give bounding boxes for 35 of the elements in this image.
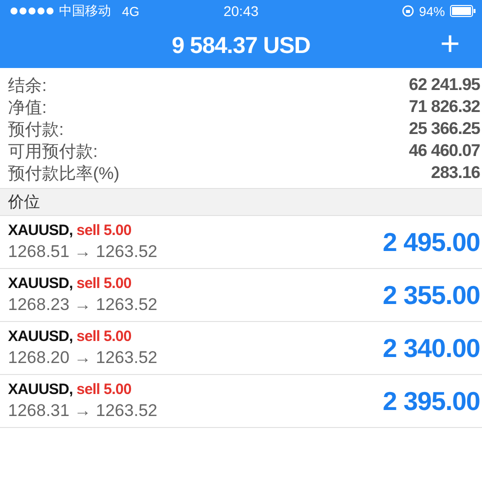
position-row[interactable]: XAUUSD, sell 5.00 1268.23 → 1263.52 2 355.00 [0,269,482,322]
position-row[interactable]: XAUUSD, sell 5.00 1268.31 → 1263.52 2 395.00 [0,375,482,428]
balance-title: 9 584.37 USD [172,32,310,58]
position-prices: 1268.20 → 1263.52 [8,348,158,368]
position-title: XAUUSD, sell 5.00 [8,381,132,398]
position-profit: 2 355.00 [382,280,480,310]
status-time: 20:43 [223,3,259,19]
battery-percent: 94% [418,4,445,18]
summary-label: 可用预付款: [8,140,98,162]
summary-label: 预付款比率(%) [8,162,120,184]
position-profit: 2 395.00 [382,386,480,416]
network-type: 4G [122,4,140,18]
rotation-lock-icon [402,5,414,17]
summary-value: 71 826.32 [408,97,480,117]
position-row[interactable]: XAUUSD, sell 5.00 1268.20 → 1263.52 2 340.00 [0,322,482,375]
position-prices: 1268.31 → 1263.52 [8,401,158,421]
summary-label: 净值: [8,96,47,118]
position-prices: 1268.51 → 1263.52 [8,242,158,262]
section-title: 价位 [8,192,40,212]
summary-label: 预付款: [8,118,64,140]
summary-value: 46 460.07 [408,141,480,161]
position-title: XAUUSD, sell 5.00 [8,328,132,345]
position-row[interactable]: XAUUSD, sell 5.00 1268.51 → 1263.52 2 495.00 [0,216,482,269]
position-title: XAUUSD, sell 5.00 [8,222,132,239]
carrier-name: 中国移动 [59,2,111,20]
summary-value: 283.16 [431,163,480,183]
signal-icon [10,7,54,15]
summary-value: 62 241.95 [408,75,480,95]
position-prices: 1268.23 → 1263.52 [8,295,158,315]
battery-icon [450,5,476,17]
position-profit: 2 495.00 [382,226,480,258]
position-profit: 2 340.00 [382,332,480,364]
position-title: XAUUSD, sell 5.00 [8,275,132,292]
summary-label: 结余: [8,74,47,96]
summary-value: 25 366.25 [408,119,480,139]
